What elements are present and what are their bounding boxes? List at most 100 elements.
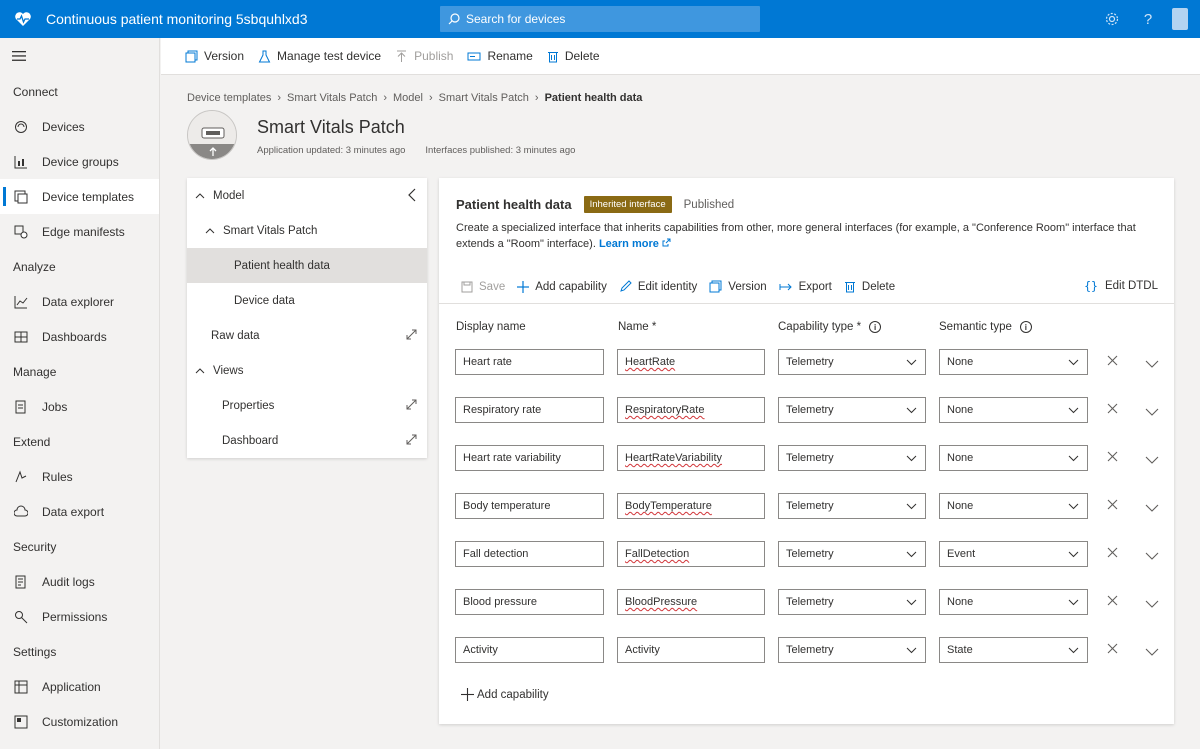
name-field[interactable]: BodyTemperature (617, 493, 765, 519)
sidebar-item-jobs[interactable]: Jobs (0, 389, 159, 424)
add-capability-button[interactable]: Add capability (517, 280, 607, 293)
tree-item-model[interactable]: Model (187, 178, 427, 213)
sidebar-item-data-explorer[interactable]: Data explorer (0, 284, 159, 319)
breadcrumb-device-templates[interactable]: Device templates (187, 92, 271, 104)
semantic-type-dropdown[interactable]: None (939, 493, 1088, 519)
capability-type-dropdown[interactable]: Telemetry (778, 493, 926, 519)
edit-dtdl-button[interactable]: {} Edit DTDL (1084, 279, 1158, 293)
display-name-field[interactable]: Heart rate (455, 349, 604, 375)
display-name-field[interactable]: Blood pressure (455, 589, 604, 615)
sidebar-item-data-export[interactable]: Data export (0, 494, 159, 529)
name-field[interactable]: BloodPressure (617, 589, 765, 615)
sidebar-item-rules[interactable]: Rules (0, 459, 159, 494)
sidebar-item-permissions[interactable]: Permissions (0, 599, 159, 634)
display-name-field[interactable]: Fall detection (455, 541, 604, 567)
capability-type-dropdown[interactable]: Telemetry (778, 397, 926, 423)
save-button[interactable]: Save (461, 281, 505, 293)
capability-type-dropdown[interactable]: Telemetry (778, 349, 926, 375)
gear-icon[interactable] (1094, 0, 1130, 38)
name-field[interactable]: RespiratoryRate (617, 397, 765, 423)
remove-capability-icon[interactable] (1107, 499, 1118, 513)
expand-icon[interactable] (406, 434, 417, 448)
breadcrumb-model[interactable]: Model (393, 92, 423, 104)
expand-row-chevron-icon[interactable] (1145, 549, 1159, 563)
expand-icon[interactable] (406, 399, 417, 413)
sidebar-item-dashboards[interactable]: Dashboards (0, 319, 159, 354)
expand-row-chevron-icon[interactable] (1145, 453, 1159, 467)
capability-type-dropdown[interactable]: Telemetry (778, 541, 926, 567)
learn-more-link[interactable]: Learn more (599, 238, 671, 250)
remove-capability-icon[interactable] (1107, 547, 1118, 561)
info-icon[interactable]: i (869, 321, 882, 333)
display-name-field[interactable]: Heart rate variability (455, 445, 604, 471)
name-field[interactable]: Activity (617, 637, 765, 663)
edit-identity-button[interactable]: Edit identity (619, 280, 697, 293)
tree-item-raw-data[interactable]: Raw data (187, 318, 427, 353)
version-button[interactable]: Version (185, 49, 244, 63)
expand-row-chevron-icon[interactable] (1145, 357, 1159, 371)
semantic-type-dropdown[interactable]: Event (939, 541, 1088, 567)
remove-capability-icon[interactable] (1107, 355, 1118, 369)
expand-row-chevron-icon[interactable] (1145, 597, 1159, 611)
semantic-type-dropdown[interactable]: None (939, 397, 1088, 423)
breadcrumb-smart-vitals-patch[interactable]: Smart Vitals Patch (287, 92, 377, 104)
tree-item-smart-vitals-patch[interactable]: Smart Vitals Patch (187, 213, 427, 248)
sidebar-item-device-groups[interactable]: Device groups (0, 144, 159, 179)
expand-row-chevron-icon[interactable] (1145, 405, 1159, 419)
customization-icon (13, 714, 29, 730)
capability-type-dropdown[interactable]: Telemetry (778, 637, 926, 663)
expand-row-chevron-icon[interactable] (1145, 501, 1159, 515)
semantic-type-dropdown[interactable]: None (939, 349, 1088, 375)
account-icon[interactable] (1172, 8, 1188, 30)
display-name-field[interactable]: Body temperature (455, 493, 604, 519)
capability-type-dropdown[interactable]: Telemetry (778, 445, 926, 471)
semantic-type-dropdown[interactable]: None (939, 445, 1088, 471)
name-field[interactable]: FallDetection (617, 541, 765, 567)
tree-item-properties[interactable]: Properties (187, 388, 427, 423)
remove-capability-icon[interactable] (1107, 451, 1118, 465)
sidebar-item-devices[interactable]: Devices (0, 109, 159, 144)
export-button[interactable]: Export (779, 281, 832, 293)
delete-button[interactable]: Delete (547, 49, 600, 63)
sidebar-item-device-templates[interactable]: Device templates (0, 179, 159, 214)
capability-type-value: Telemetry (786, 644, 834, 656)
expand-row-chevron-icon[interactable] (1145, 645, 1159, 659)
expand-icon[interactable] (406, 329, 417, 343)
manage-test-device-button[interactable]: Manage test device (258, 49, 381, 63)
inherited-interface-badge: Inherited interface (583, 196, 672, 213)
hamburger-menu-icon[interactable] (0, 38, 159, 74)
search-box[interactable]: Search for devices (440, 6, 760, 32)
sidebar-item-application[interactable]: Application (0, 669, 159, 704)
name-field[interactable]: HeartRate (617, 349, 765, 375)
semantic-type-value: None (947, 596, 974, 608)
publish-button[interactable]: Publish (395, 49, 453, 63)
remove-capability-icon[interactable] (1107, 643, 1118, 657)
rename-button[interactable]: Rename (467, 49, 533, 63)
name-field[interactable]: HeartRateVariability (617, 445, 765, 471)
capability-type-dropdown[interactable]: Telemetry (778, 589, 926, 615)
search-input[interactable]: Search for devices (466, 12, 565, 26)
remove-capability-icon[interactable] (1107, 403, 1118, 417)
version-button[interactable]: Version (709, 280, 767, 293)
info-icon[interactable]: i (1019, 321, 1032, 333)
tree-item-views[interactable]: Views (187, 353, 427, 388)
tree-item-patient-health-data[interactable]: Patient health data (187, 248, 427, 283)
add-capability-footer-button[interactable]: Add capability (461, 688, 549, 701)
app-logo-icon[interactable] (0, 0, 46, 38)
delete-button[interactable]: Delete (844, 280, 895, 293)
semantic-type-dropdown[interactable]: State (939, 637, 1088, 663)
tree-item-device-data[interactable]: Device data (187, 283, 427, 318)
data-export-icon (13, 504, 29, 520)
remove-capability-icon[interactable] (1107, 595, 1118, 609)
capability-type-value: Telemetry (786, 596, 834, 608)
display-name-field[interactable]: Activity (455, 637, 604, 663)
display-name-field[interactable]: Respiratory rate (455, 397, 604, 423)
breadcrumb-smart-vitals-patch-2[interactable]: Smart Vitals Patch (439, 92, 529, 104)
tree-item-dashboard[interactable]: Dashboard (187, 423, 427, 458)
help-icon[interactable]: ? (1130, 0, 1166, 38)
sidebar-item-customization[interactable]: Customization (0, 704, 159, 739)
semantic-type-dropdown[interactable]: None (939, 589, 1088, 615)
interfaces-published-text: Interfaces published: 3 minutes ago (425, 145, 576, 156)
sidebar-item-audit-logs[interactable]: Audit logs (0, 564, 159, 599)
sidebar-item-edge-manifests[interactable]: Edge manifests (0, 214, 159, 249)
